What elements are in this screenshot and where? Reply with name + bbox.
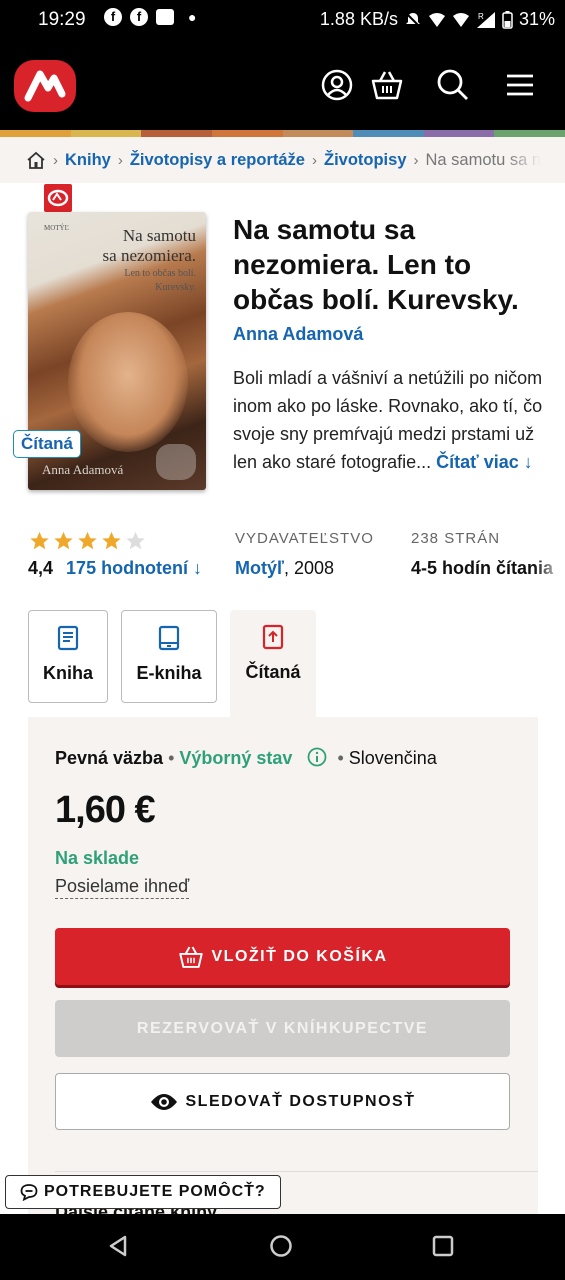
system-nav-bar [0,1214,565,1280]
publisher-link[interactable]: Motýľ [235,558,284,578]
rating-count-link[interactable]: 175 hodnotení ↓ [66,558,202,578]
facebook-icon: f [130,8,148,26]
watch-availability-button[interactable]: SLEDOVAŤ DOSTUPNOSŤ [55,1073,510,1130]
used-book-badge-icon [44,184,72,212]
section-divider [55,1171,538,1172]
star-empty-icon [126,531,145,550]
price: 1,60 € [55,789,156,831]
cover-title: Na samotu sa nezomiera. [102,226,196,266]
language-label: Slovenčina [348,748,437,768]
basket-icon [178,946,203,968]
tab-label: Čítaná [245,662,301,682]
breadcrumb-zivotopisy[interactable]: Životopisy [324,151,407,170]
rating-summary: 4,4 175 hodnotení ↓ [28,558,202,579]
offer-format: Pevná väzba • Výborný stav • Slovenčina [55,747,437,768]
book-author-link[interactable]: Anna Adamová [233,324,363,345]
condition-label: Výborný stav [179,748,293,768]
cover-author: Anna Adamová [42,462,124,477]
chat-icon [20,1184,38,1201]
breadcrumb: › Knihy › Životopisy a reportáže › Životopi… [0,137,565,183]
publisher-info: Motýľ, 2008 [235,558,334,579]
book-description: Boli mladí a vášniví a netúžili po ničom… [233,368,543,472]
cover-subtitle: Len to občas bolí. Kurevsky. [124,268,196,293]
book-icon [57,625,79,651]
wifi-icon [428,12,445,27]
status-time: 19:29 [38,9,86,30]
mute-icon [405,11,421,28]
status-bar: 19:29 f f ● 1.88 KB/s R 31% [0,0,565,40]
search-icon[interactable] [436,68,470,102]
star-icon [54,531,73,550]
basket-icon[interactable] [370,68,404,102]
eye-icon [150,1093,177,1110]
star-icon [30,531,49,550]
wifi-icon [452,12,469,27]
tab-label: Kniha [42,663,93,683]
read-more-link[interactable]: Čítať viac ↓ [436,452,533,472]
recents-icon[interactable] [432,1235,454,1257]
home-button-icon[interactable] [269,1234,293,1258]
cover-publisher: MOTÝĽ [44,224,69,232]
breadcrumb-zivotopisy-a-reportaze[interactable]: Životopisy a reportáže [130,151,305,170]
svg-text:R: R [478,12,484,21]
site-logo[interactable] [14,60,76,112]
more-notifications-icon: ● [188,9,197,25]
menu-icon[interactable] [503,68,537,102]
reading-time: 4-5 hodín čítania [411,558,554,578]
stock-status: Na sklade [55,848,140,868]
signal-icon: R [476,11,495,28]
facebook-icon: f [104,8,122,26]
home-icon[interactable] [26,151,46,169]
publish-year: , 2008 [283,558,334,578]
star-icon [102,531,121,550]
reserve-in-store-button[interactable]: REZERVOVAŤ V KNÍHKUPECTVE [55,1000,510,1057]
tab-label: E-kniha [136,663,202,683]
rating-stars [28,530,147,552]
used-tag: Čítaná [13,430,81,458]
cover-watermark-icon [156,444,196,480]
tab-e-kniha[interactable]: E-kniha [121,610,217,703]
recycled-book-icon [262,624,284,650]
battery-level: 31% [518,9,555,29]
breadcrumb-knihy[interactable]: Knihy [65,151,111,170]
page-count: 238 STRÁN [411,530,501,547]
ereader-icon [158,625,180,651]
info-icon[interactable] [307,747,327,767]
star-icon [78,531,97,550]
cover-photo [68,312,188,452]
rating-value: 4,4 [28,558,54,578]
network-speed: 1.88 KB/s [319,9,398,29]
tab-citana[interactable]: Čítaná [230,610,316,720]
back-icon[interactable] [106,1234,130,1258]
site-header [0,40,565,130]
book-title: Na samotu sa nezomiera. Len to občas bol… [233,214,519,315]
shipping-info[interactable]: Posielame ihneď [55,876,190,899]
battery-icon [502,10,513,29]
add-to-cart-button[interactable]: VLOŽIŤ DO KOŠÍKA [55,928,510,985]
color-stripe [0,130,565,137]
logo-icon [24,70,66,102]
publisher-label: VYDAVATEĽSTVO [235,530,374,547]
user-icon[interactable] [320,68,354,102]
breadcrumb-current: Na samotu sa n [425,150,542,169]
news-icon [156,9,174,25]
offer-panel: Pevná väzba • Výborný stav • Slovenčina 1,6… [28,717,538,1217]
tab-kniha[interactable]: Kniha [28,610,108,703]
help-button[interactable]: POTREBUJETE POMÔCŤ? [5,1175,281,1209]
